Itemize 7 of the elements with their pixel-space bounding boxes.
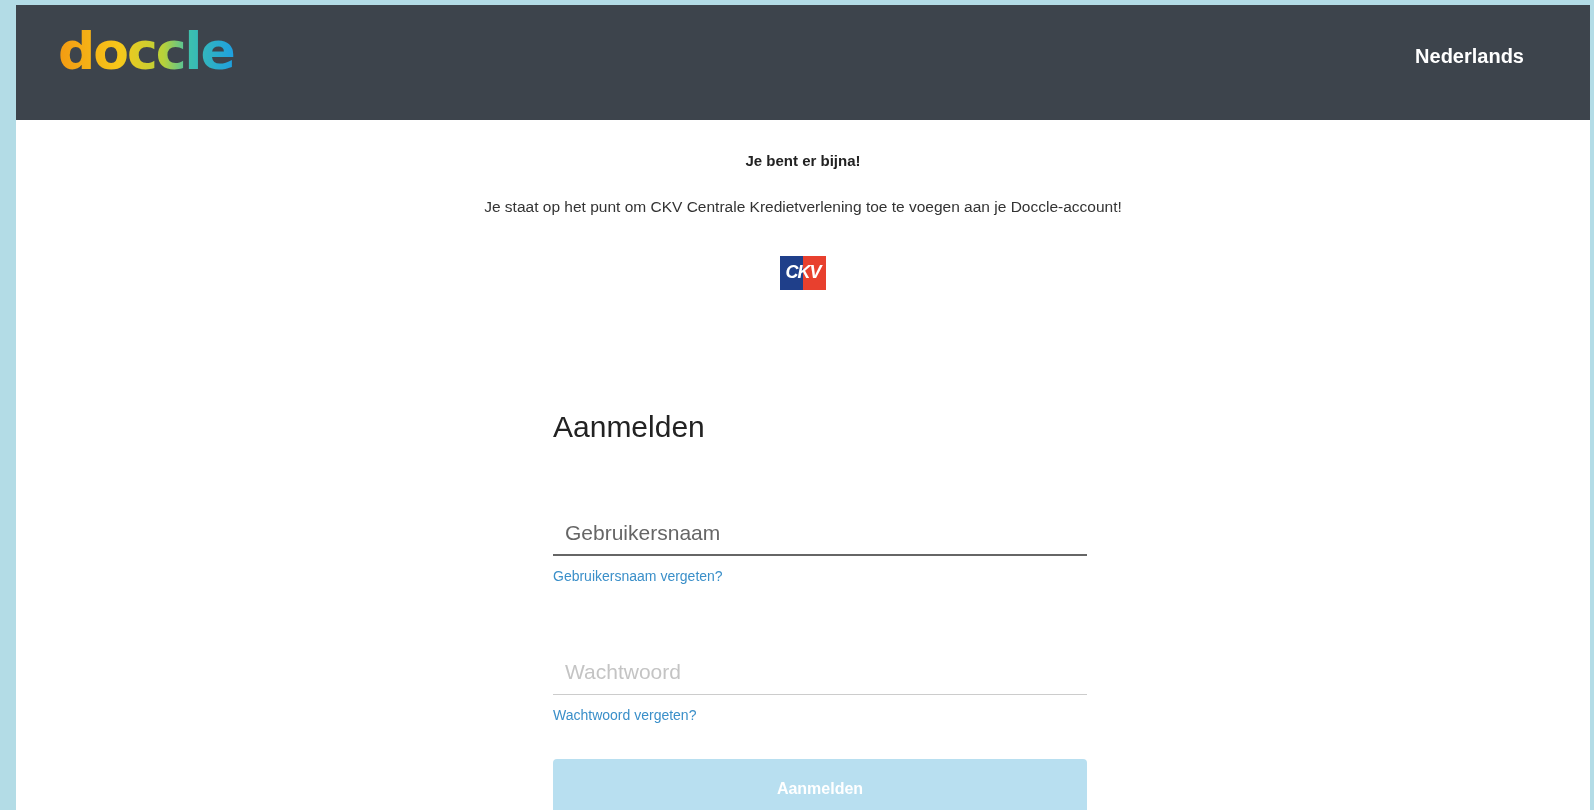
input-field[interactable]: Gebruikersnaam xyxy=(553,510,1087,557)
language-link[interactable]: Nederlands xyxy=(1415,41,1524,71)
intro-message: Je staat op het punt om CKV Centrale Kredietverlening toe te voegen aan je Doccle-account! xyxy=(484,196,1122,217)
forgot-link[interactable]: Gebruikersnaam vergeten? xyxy=(553,566,723,588)
intro-title: Je bent er bijna! xyxy=(745,151,861,171)
login-heading: Aanmelden xyxy=(553,408,706,445)
forgot-link[interactable]: Wachtwoord vergeten? xyxy=(553,704,697,726)
